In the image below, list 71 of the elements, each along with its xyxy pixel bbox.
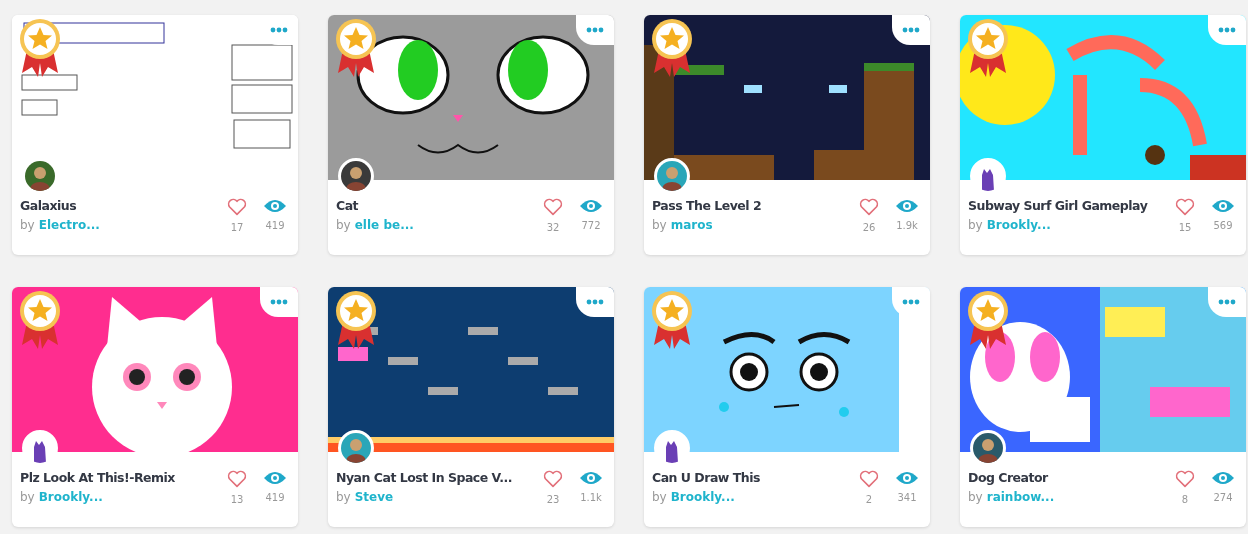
project-title: Nyan Cat Lost In Space V...	[336, 470, 513, 485]
project-card[interactable]: Subway Surf Girl Gameplay by Brookly... 15 569	[960, 15, 1246, 255]
by-label: by	[968, 490, 983, 504]
heart-icon[interactable]	[227, 198, 247, 216]
view-count: 419	[265, 492, 285, 503]
eye-icon	[579, 470, 603, 486]
by-label: by	[652, 490, 667, 504]
project-card[interactable]: Pass The Level 2 by maros 26 1.9k	[644, 15, 930, 255]
view-count: 274	[1213, 492, 1233, 503]
like-count: 8	[1181, 494, 1189, 505]
more-options-button[interactable]	[892, 15, 930, 45]
like-count: 2	[865, 494, 873, 505]
more-icon	[270, 299, 288, 305]
project-title: Cat	[336, 198, 360, 213]
heart-icon[interactable]	[1175, 198, 1195, 216]
more-icon	[902, 299, 920, 305]
more-icon	[902, 27, 920, 33]
heart-icon[interactable]	[227, 470, 247, 488]
view-count: 1.1k	[580, 492, 602, 503]
eye-icon	[263, 470, 287, 486]
avatar-icon[interactable]	[341, 161, 371, 191]
like-count: 15	[1178, 222, 1192, 233]
by-label: by	[20, 218, 35, 232]
more-icon	[586, 27, 604, 33]
more-icon	[586, 299, 604, 305]
like-count: 17	[230, 222, 244, 233]
heart-icon[interactable]	[543, 198, 563, 216]
by-label: by	[20, 490, 35, 504]
like-count: 26	[862, 222, 876, 233]
eye-icon	[895, 470, 919, 486]
like-count: 13	[230, 494, 244, 505]
eye-icon	[1211, 198, 1235, 214]
by-label: by	[652, 218, 667, 232]
project-title: Galaxius	[20, 198, 78, 213]
project-title: Plz Look At This!-Remix	[20, 470, 176, 485]
view-count: 341	[897, 492, 917, 503]
view-count: 772	[581, 220, 601, 231]
project-card[interactable]: Galaxius by Electro... 17 419	[12, 15, 298, 255]
project-title: Can U Draw This	[652, 470, 761, 485]
project-card[interactable]: Nyan Cat Lost In Space V... by Steve 23 1.1k	[328, 287, 614, 527]
project-card[interactable]: Cat by elle be... 32 772	[328, 15, 614, 255]
eye-icon	[579, 198, 603, 214]
avatar-icon[interactable]	[341, 433, 371, 463]
like-count: 32	[546, 222, 560, 233]
project-card[interactable]: Plz Look At This!-Remix by Brookly... 13 419	[12, 287, 298, 527]
by-label: by	[968, 218, 983, 232]
view-count: 1.9k	[896, 220, 918, 231]
project-card[interactable]: Can U Draw This by Brookly... 2 341	[644, 287, 930, 527]
heart-icon[interactable]	[859, 198, 879, 216]
avatar-icon[interactable]	[657, 161, 687, 191]
like-count: 23	[546, 494, 560, 505]
heart-icon[interactable]	[1175, 470, 1195, 488]
project-title: Pass The Level 2	[652, 198, 763, 213]
project-title: Subway Surf Girl Gameplay	[968, 198, 1149, 213]
view-count: 569	[1213, 220, 1233, 231]
more-options-button[interactable]	[576, 287, 614, 317]
avatar-icon[interactable]	[25, 161, 55, 191]
view-count: 419	[265, 220, 285, 231]
more-icon	[1218, 27, 1236, 33]
more-icon	[1218, 299, 1236, 305]
more-icon	[270, 27, 288, 33]
eye-icon	[1211, 470, 1235, 486]
by-label: by	[336, 490, 351, 504]
heart-icon[interactable]	[543, 470, 563, 488]
project-card[interactable]: Dog Creator by rainbow... 8 274	[960, 287, 1246, 527]
by-label: by	[336, 218, 351, 232]
eye-icon	[263, 198, 287, 214]
project-title: Dog Creator	[968, 470, 1049, 485]
heart-icon[interactable]	[859, 470, 879, 488]
eye-icon	[895, 198, 919, 214]
avatar-icon[interactable]	[973, 433, 1003, 463]
